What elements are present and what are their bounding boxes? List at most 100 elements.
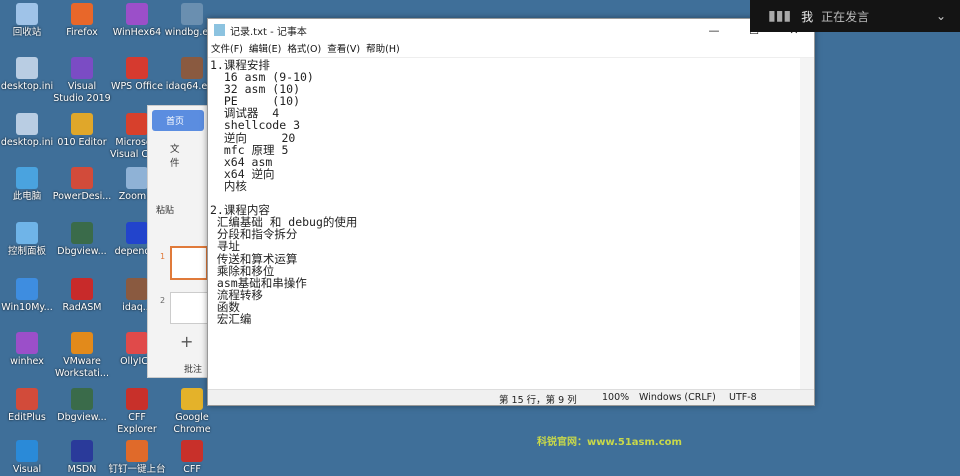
desktop-icon[interactable]: RadASM bbox=[52, 278, 112, 314]
app-icon bbox=[16, 440, 38, 462]
desktop-icon-label: 回收站 bbox=[12, 27, 42, 38]
desktop-icon[interactable]: PowerDesi... bbox=[52, 167, 112, 203]
app-icon bbox=[126, 332, 148, 354]
desktop-icon[interactable]: 010 Editor bbox=[52, 113, 112, 149]
menu-view[interactable]: 查看(V) bbox=[327, 41, 360, 57]
menu-help[interactable]: 帮助(H) bbox=[366, 41, 400, 57]
zoom-level: 100% bbox=[602, 392, 630, 403]
desktop-icon[interactable]: 回收站 bbox=[0, 3, 57, 39]
menu-format[interactable]: 格式(O) bbox=[287, 41, 321, 57]
desktop-icon-label: 钉钉一键上台 bbox=[108, 464, 166, 475]
notepad-icon bbox=[214, 24, 225, 36]
app-icon bbox=[16, 113, 38, 135]
menu-file[interactable]: 文件(F) bbox=[211, 41, 243, 57]
desktop-icon-label: Firefox bbox=[66, 27, 98, 38]
slide-thumb-2[interactable] bbox=[170, 292, 208, 324]
vertical-scrollbar[interactable] bbox=[800, 58, 814, 389]
desktop-icon[interactable]: WPS Office bbox=[107, 57, 167, 93]
desktop-icon[interactable]: winhex bbox=[0, 332, 57, 368]
app-icon bbox=[181, 388, 203, 410]
app-icon bbox=[16, 332, 38, 354]
wps-home-tab[interactable]: 首页 bbox=[152, 110, 204, 131]
desktop-icon-label: desktop.ini bbox=[0, 81, 54, 92]
menu-edit[interactable]: 编辑(E) bbox=[249, 41, 281, 57]
notes-button[interactable]: 批注 bbox=[184, 362, 202, 375]
desktop-icon[interactable]: desktop.ini bbox=[0, 57, 57, 93]
app-icon bbox=[71, 278, 93, 300]
desktop-icon-label: 此电脑 bbox=[12, 191, 42, 202]
desktop-icon[interactable]: WinHex64 bbox=[107, 3, 167, 39]
app-icon bbox=[126, 440, 148, 462]
app-icon bbox=[71, 388, 93, 410]
cursor-position: 第 15 行，第 9 列 bbox=[499, 395, 577, 406]
desktop-icon-label: 010 Editor bbox=[57, 137, 107, 148]
app-icon bbox=[126, 388, 148, 410]
desktop-icon[interactable]: Win10My... bbox=[0, 278, 57, 314]
watermark: 科锐官网：www.51asm.com bbox=[537, 437, 682, 448]
slide-thumb-1[interactable] bbox=[170, 246, 208, 280]
slide-number: 2 bbox=[160, 296, 166, 305]
wps-paste-button[interactable]: 粘贴 bbox=[148, 175, 208, 216]
menu-bar: 文件(F) 编辑(E) 格式(O) 查看(V) 帮助(H) bbox=[208, 41, 814, 58]
chevron-down-icon[interactable]: ⌄ bbox=[936, 9, 946, 23]
desktop-icon-label: WinHex64 bbox=[112, 27, 162, 38]
slide-number: 1 bbox=[160, 252, 166, 261]
add-slide-button[interactable]: + bbox=[180, 332, 193, 351]
desktop-icon[interactable]: 控制面板 bbox=[0, 222, 57, 258]
desktop-icon[interactable]: Visual bbox=[0, 440, 57, 476]
desktop-icon[interactable]: CFF bbox=[162, 440, 222, 476]
desktop-icon[interactable]: CFF Explorer bbox=[107, 388, 167, 436]
meeting-speaker-bar: ▮▮▮ 我 正在发言 ⌄ bbox=[750, 0, 960, 32]
status-bar: 第 15 行，第 9 列 100% Windows (CRLF) UTF-8 bbox=[208, 389, 814, 406]
desktop-icon[interactable]: EditPlus bbox=[0, 388, 57, 424]
app-icon bbox=[16, 3, 38, 25]
desktop-icon[interactable]: MSDN bbox=[52, 440, 112, 476]
speaker-status: 正在发言 bbox=[821, 9, 870, 24]
desktop-icon-label: WPS Office bbox=[111, 81, 163, 92]
encoding: UTF-8 bbox=[729, 392, 757, 403]
desktop-icon[interactable]: Visual Studio 2019 bbox=[52, 57, 112, 105]
title-bar[interactable]: 记录.txt - 记事本 —☐✕ bbox=[208, 19, 814, 41]
desktop-icon[interactable]: Firefox bbox=[52, 3, 112, 39]
app-icon bbox=[71, 57, 93, 79]
app-icon bbox=[71, 113, 93, 135]
desktop-icon-label: CFF Explorer bbox=[117, 412, 157, 435]
app-icon bbox=[71, 3, 93, 25]
app-icon bbox=[126, 57, 148, 79]
desktop-icon-label: Visual Studio 2019 bbox=[53, 81, 111, 104]
desktop-icon-label: VMware Workstati... bbox=[55, 356, 109, 379]
app-icon bbox=[126, 3, 148, 25]
app-icon bbox=[181, 57, 203, 79]
desktop-icon[interactable]: desktop.ini bbox=[0, 113, 57, 149]
app-icon bbox=[16, 167, 38, 189]
desktop-icon[interactable]: VMware Workstati... bbox=[52, 332, 112, 380]
app-icon bbox=[126, 167, 148, 189]
wps-file-menu[interactable]: 文件 bbox=[148, 135, 208, 175]
app-icon bbox=[126, 222, 148, 244]
app-icon bbox=[16, 388, 38, 410]
line-ending: Windows (CRLF) bbox=[639, 392, 716, 403]
desktop-icon[interactable]: Dbgview... bbox=[52, 388, 112, 424]
desktop-icon-label: RadASM bbox=[62, 302, 102, 313]
app-icon bbox=[126, 278, 148, 300]
audio-level-icon: ▮▮▮ bbox=[768, 8, 792, 24]
app-icon bbox=[71, 332, 93, 354]
desktop-icon[interactable]: 钉钉一键上台 bbox=[107, 440, 167, 476]
desktop-icon-label: 控制面板 bbox=[7, 246, 46, 257]
app-icon bbox=[181, 440, 203, 462]
app-icon bbox=[126, 113, 148, 135]
app-icon bbox=[16, 222, 38, 244]
desktop-icon[interactable]: 此电脑 bbox=[0, 167, 57, 203]
desktop-icon-label: Visual bbox=[12, 464, 42, 475]
text-editor[interactable]: 1.课程安排 16 asm (9-10) 32 asm (10) PE (10)… bbox=[208, 58, 800, 389]
window-title: 记录.txt - 记事本 bbox=[230, 26, 307, 38]
notepad-window[interactable]: 记录.txt - 记事本 —☐✕ 文件(F) 编辑(E) 格式(O) 查看(V)… bbox=[207, 18, 815, 406]
desktop-icon-label: Win10My... bbox=[1, 302, 53, 313]
desktop-icon[interactable]: Dbgview... bbox=[52, 222, 112, 258]
desktop-icon-label: Dbgview... bbox=[57, 246, 107, 257]
app-icon bbox=[16, 57, 38, 79]
minimize-button[interactable]: — bbox=[694, 24, 734, 37]
app-icon bbox=[71, 167, 93, 189]
app-icon bbox=[71, 222, 93, 244]
wps-window[interactable]: 首页 文件 粘贴 1 2 + 批注 bbox=[147, 105, 209, 378]
